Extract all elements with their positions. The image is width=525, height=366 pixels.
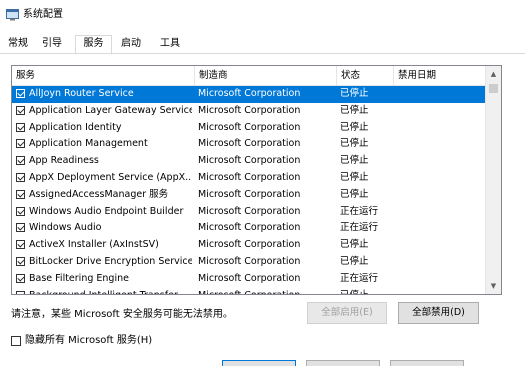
service-status: 正在运行 — [340, 205, 379, 217]
tab-general[interactable]: 常规 — [4, 37, 32, 53]
cancel-button[interactable] — [306, 360, 380, 366]
service-status: 已停止 — [340, 239, 369, 251]
scroll-up-arrow-icon[interactable]: ▲ — [486, 66, 501, 82]
tab-services[interactable]: 服务 — [75, 35, 112, 53]
msconfig-app-icon — [6, 9, 19, 21]
system-configuration-window: 系统配置 常规 引导 服务 启动 工具 服务 制造商 状态 禁用日期 AllJo… — [0, 0, 525, 366]
service-manufacturer: Microsoft Corporation — [198, 121, 301, 133]
service-manufacturer: Microsoft Corporation — [198, 288, 338, 294]
tab-tools[interactable]: 工具 — [154, 37, 186, 53]
ok-button[interactable] — [222, 360, 296, 366]
service-checkbox[interactable] — [16, 273, 25, 283]
service-status: 已停止 — [340, 171, 369, 183]
list-header: 服务 制造商 状态 禁用日期 — [12, 66, 486, 86]
apply-button[interactable] — [390, 360, 464, 366]
service-row[interactable]: Windows Audio Endpoint Builder Microsoft … — [12, 204, 486, 221]
service-manufacturer: Microsoft Corporation — [198, 188, 301, 200]
service-manufacturer: Microsoft Corporation — [198, 255, 301, 267]
service-manufacturer: Microsoft Corporation — [198, 222, 301, 234]
service-manufacturer: Microsoft Corporation — [198, 88, 301, 99]
service-row[interactable]: Application Layer Gateway Service Microso… — [12, 103, 486, 120]
column-header-status[interactable]: 状态 — [337, 66, 394, 85]
service-row[interactable]: AppX Deployment Service (AppX... Microsof… — [12, 170, 486, 187]
enable-all-button[interactable]: 全部启用(E) — [307, 302, 387, 324]
service-row[interactable]: ActiveX Installer (AxInstSV) Microsoft Co… — [12, 237, 486, 254]
service-row[interactable]: Application Identity Microsoft Corporatio… — [12, 120, 486, 137]
service-checkbox[interactable] — [16, 156, 25, 166]
service-manufacturer: Microsoft Corporation — [198, 104, 301, 116]
service-manufacturer: Microsoft Corporation — [198, 239, 301, 251]
service-status: 已停止 — [340, 255, 369, 267]
service-row[interactable]: AllJoyn Router Service Microsoft Corporat… — [12, 86, 486, 103]
column-header-disabled-date[interactable]: 禁用日期 — [394, 66, 486, 85]
service-checkbox[interactable] — [16, 223, 25, 233]
security-note: 请注意，某些 Microsoft 安全服务可能无法禁用。 — [11, 309, 233, 320]
service-name: App Readiness — [29, 155, 99, 167]
service-checkbox[interactable] — [16, 240, 25, 250]
service-row[interactable]: Background Intelligent Transfer... Micros… — [12, 288, 486, 294]
service-status: 已停止 — [340, 88, 369, 99]
vertical-scrollbar[interactable]: ▲ ▼ — [485, 66, 501, 294]
service-status: 已停止 — [340, 138, 369, 150]
service-checkbox[interactable] — [16, 172, 25, 182]
service-checkbox[interactable] — [16, 122, 25, 132]
service-name: BitLocker Drive Encryption Service — [29, 255, 192, 267]
hide-microsoft-checkbox-box[interactable] — [11, 336, 21, 346]
column-header-manufacturer[interactable]: 制造商 — [195, 66, 337, 85]
hide-microsoft-label: 隐藏所有 Microsoft 服务(H) — [25, 335, 153, 346]
service-checkbox[interactable] — [16, 290, 25, 294]
window-title: 系统配置 — [23, 9, 63, 20]
title-bar[interactable]: 系统配置 — [0, 0, 525, 30]
service-checkbox[interactable] — [16, 206, 25, 216]
service-status: 已停止 — [340, 121, 369, 133]
service-row[interactable]: App Readiness Microsoft Corporation 已停止 — [12, 153, 486, 170]
tab-boot[interactable]: 引导 — [38, 37, 66, 53]
service-checkbox[interactable] — [16, 189, 25, 199]
service-name: AllJoyn Router Service — [29, 88, 134, 99]
service-manufacturer: Microsoft Corporation — [198, 171, 301, 183]
service-name: AppX Deployment Service (AppX... — [29, 171, 192, 183]
service-name: Windows Audio — [29, 222, 102, 234]
service-name: Application Management — [29, 138, 148, 150]
service-status: 正在运行 — [340, 272, 379, 284]
disable-all-button[interactable]: 全部禁用(D) — [398, 302, 479, 324]
service-row[interactable]: AssignedAccessManager 服务 Microsoft Corpor… — [12, 187, 486, 204]
service-name: Windows Audio Endpoint Builder — [29, 205, 184, 217]
service-name: Background Intelligent Transfer... — [29, 288, 192, 294]
service-name: AssignedAccessManager 服务 — [29, 188, 169, 200]
service-checkbox[interactable] — [16, 89, 25, 98]
service-status: 已停止 — [340, 104, 369, 116]
service-name: Base Filtering Engine — [29, 272, 129, 284]
tab-startup[interactable]: 启动 — [116, 37, 146, 53]
scroll-down-arrow-icon[interactable]: ▼ — [486, 278, 501, 294]
service-row[interactable]: Base Filtering Engine Microsoft Corporati… — [12, 271, 486, 288]
service-checkbox[interactable] — [16, 139, 25, 149]
service-name: Application Identity — [29, 121, 122, 133]
service-checkbox[interactable] — [16, 105, 25, 115]
service-status: 已停止 — [340, 155, 369, 167]
services-list[interactable]: 服务 制造商 状态 禁用日期 AllJoyn Router Service Mic… — [11, 65, 502, 295]
service-checkbox[interactable] — [16, 256, 25, 266]
service-manufacturer: Microsoft Corporation — [198, 138, 301, 150]
service-manufacturer: Microsoft Corporation — [198, 272, 301, 284]
service-row[interactable]: Application Management Microsoft Corporat… — [12, 136, 486, 153]
tab-strip: 常规 引导 服务 启动 工具 — [0, 35, 525, 53]
service-status: 正在运行 — [340, 222, 379, 234]
service-manufacturer: Microsoft Corporation — [198, 205, 301, 217]
services-panel: 服务 制造商 状态 禁用日期 AllJoyn Router Service Mic… — [0, 53, 525, 366]
list-rows: AllJoyn Router Service Microsoft Corporat… — [12, 86, 486, 294]
service-status: 已停止 — [340, 188, 369, 200]
service-name: Application Layer Gateway Service — [29, 104, 192, 116]
service-row[interactable]: Windows Audio Microsoft Corporation 正在运行 — [12, 220, 486, 237]
service-status: 已停止 — [340, 288, 396, 294]
service-row[interactable]: BitLocker Drive Encryption Service Micros… — [12, 254, 486, 271]
column-header-service[interactable]: 服务 — [12, 66, 195, 85]
service-manufacturer: Microsoft Corporation — [198, 155, 301, 167]
scrollbar-thumb[interactable] — [489, 84, 498, 93]
service-name: ActiveX Installer (AxInstSV) — [29, 239, 159, 251]
